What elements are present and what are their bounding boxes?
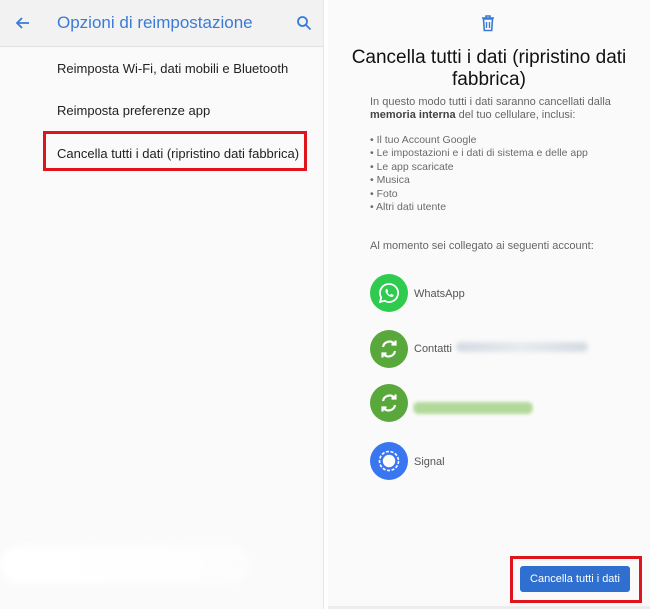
sync-icon: [370, 330, 408, 368]
highlight-box: [510, 556, 642, 603]
search-button[interactable]: [292, 11, 316, 35]
list-item: • Foto: [370, 187, 398, 200]
intro-text: In questo modo tutti i dati saranno canc…: [370, 96, 611, 108]
list-item: • Le impostazioni e i dati di sistema e …: [370, 147, 588, 160]
list-item: • Musica: [370, 174, 410, 187]
search-icon: [297, 16, 312, 31]
whatsapp-icon: [370, 274, 408, 312]
page-title: Opzioni di reimpostazione: [57, 13, 253, 32]
signal-icon: [370, 442, 408, 480]
menu-item-reset-app-preferences[interactable]: Reimposta preferenze app: [57, 103, 210, 118]
list-item: • Il tuo Account Google: [370, 134, 477, 146]
intro-text-end: del tuo cellulare, inclusi:: [455, 109, 576, 121]
redacted-email: [456, 342, 588, 352]
menu-item-reset-network[interactable]: Reimposta Wi-Fi, dati mobili e Bluetooth: [57, 61, 288, 76]
data-list: • Il tuo Account Google • Le impostazion…: [370, 134, 632, 214]
account-label-signal: Signal: [414, 456, 445, 468]
back-button[interactable]: [8, 9, 36, 37]
list-item: • Le app scaricate: [370, 160, 454, 173]
reset-description: In questo modo tutti i dati saranno canc…: [370, 96, 632, 122]
reset-options-screen: Opzioni di reimpostazione Reimposta Wi-F…: [0, 0, 323, 609]
account-label-contacts: Contatti: [414, 343, 452, 355]
redaction-blur: [0, 545, 250, 585]
arrow-back-icon: [15, 17, 29, 29]
highlight-box: [43, 131, 307, 171]
list-item: • Altri dati utente: [370, 201, 447, 214]
accounts-intro: Al momento sei collegato ai seguenti acc…: [370, 240, 594, 252]
app-bar: Opzioni di reimpostazione: [0, 0, 323, 47]
account-label-whatsapp: WhatsApp: [414, 288, 465, 300]
reset-title: Cancella tutti i dati (ripristino dati f…: [351, 47, 627, 90]
sync-icon: [370, 384, 408, 422]
factory-reset-screen: Cancella tutti i dati (ripristino dati f…: [328, 0, 650, 609]
redacted-account: [414, 402, 532, 414]
intro-bold: memoria interna: [370, 109, 456, 121]
trash-icon: [482, 15, 494, 32]
